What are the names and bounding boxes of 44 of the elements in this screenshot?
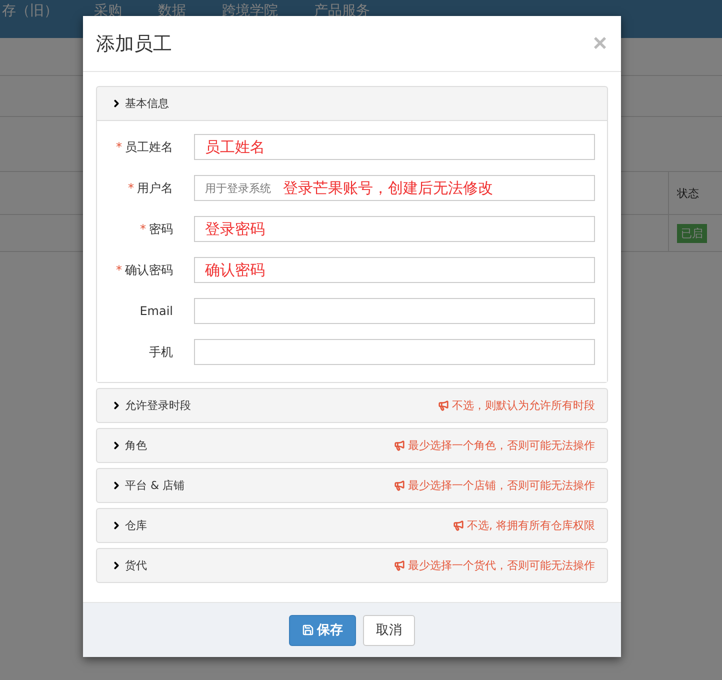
save-icon xyxy=(302,624,314,636)
field-label: * 用户名 xyxy=(127,180,173,197)
input-field[interactable]: 确认密码 xyxy=(194,257,595,283)
section-title[interactable]: 货代 xyxy=(125,558,391,573)
annotation-text: 员工姓名 xyxy=(205,138,265,156)
input-field[interactable]: 登录密码 xyxy=(194,216,595,242)
hint-text: 最少选择一个货代，否则可能无法操作 xyxy=(408,558,595,573)
section-title[interactable]: 平台 & 店铺 xyxy=(125,478,391,493)
megaphone-icon xyxy=(394,480,405,491)
input-field[interactable]: 员工姓名 xyxy=(194,134,595,160)
annotation-text: 登录密码 xyxy=(205,220,265,238)
input-field[interactable] xyxy=(194,339,595,365)
placeholder-text: 用于登录系统 xyxy=(205,180,271,196)
megaphone-icon xyxy=(438,400,449,411)
field-label: Email xyxy=(138,303,173,320)
section-title[interactable]: 允许登录时段 xyxy=(125,398,435,413)
section-panel[interactable]: 货代 最少选择一个货代，否则可能无法操作 xyxy=(96,548,608,583)
annotation-text: 登录芒果账号，创建后无法修改 xyxy=(283,178,493,198)
column-header: 状态 xyxy=(677,186,699,200)
section-panel[interactable]: 仓库 不选, 将拥有所有仓库权限 xyxy=(96,508,608,543)
hint-text: 不选，则默认为允许所有时段 xyxy=(452,398,595,413)
section-panel[interactable]: 角色 最少选择一个角色，否则可能无法操作 xyxy=(96,428,608,463)
section-panel[interactable]: 允许登录时段 不选，则默认为允许所有时段 xyxy=(96,388,608,423)
hint-text: 最少选择一个角色，否则可能无法操作 xyxy=(408,438,595,453)
field-label: * 员工姓名 xyxy=(115,139,173,156)
input-field[interactable]: 用于登录系统 登录芒果账号，创建后无法修改 xyxy=(194,175,595,201)
megaphone-icon xyxy=(394,560,405,571)
save-button[interactable]: 保存 xyxy=(289,614,356,646)
section-panel[interactable]: 平台 & 店铺 最少选择一个店铺，否则可能无法操作 xyxy=(96,468,608,503)
annotation-text: 确认密码 xyxy=(205,260,265,280)
section-title[interactable]: 仓库 xyxy=(125,518,450,533)
section-title[interactable]: 基本信息 xyxy=(125,96,595,111)
field-label: * 确认密码 xyxy=(115,262,173,279)
field-label: * 密码 xyxy=(139,221,173,238)
dialog-title: 添加员工 xyxy=(96,32,172,56)
field-label: 手机 xyxy=(148,344,173,361)
cancel-button[interactable]: 取消 xyxy=(363,614,415,646)
section-title[interactable]: 角色 xyxy=(125,438,391,453)
hint-text: 最少选择一个店铺，否则可能无法操作 xyxy=(408,478,595,493)
status-badge: 已启 xyxy=(677,224,707,242)
input-field[interactable] xyxy=(194,298,595,324)
megaphone-icon xyxy=(394,440,405,451)
megaphone-icon xyxy=(453,520,464,531)
hint-text: 不选, 将拥有所有仓库权限 xyxy=(467,518,595,533)
